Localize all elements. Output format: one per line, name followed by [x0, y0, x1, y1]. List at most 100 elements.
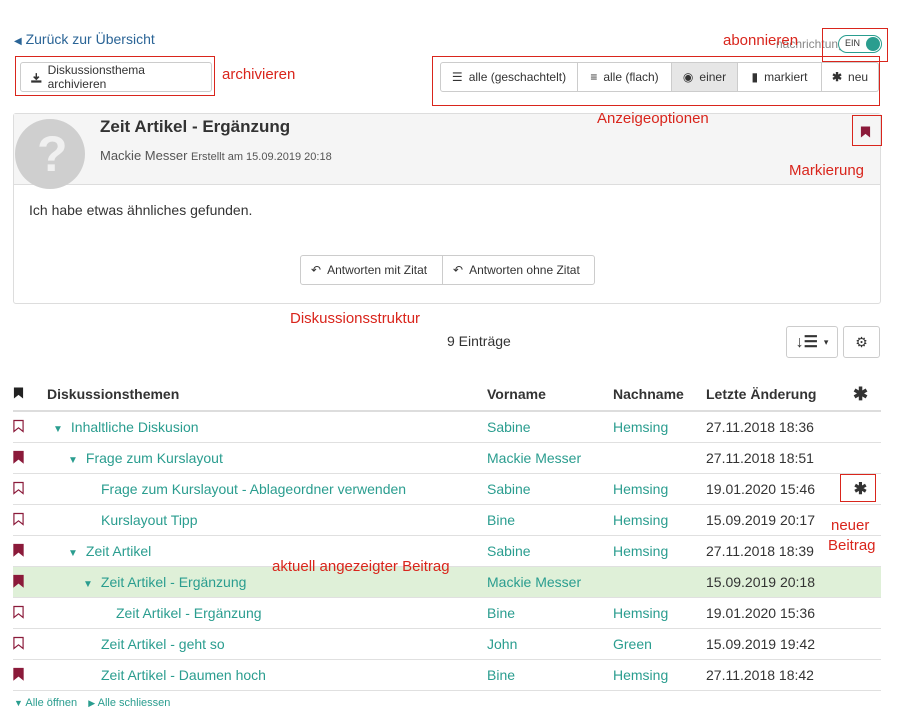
bookmark-icon [13, 419, 24, 433]
bookmark-cell[interactable] [13, 659, 47, 691]
bookmark-icon [13, 574, 24, 588]
topic-wrap: Zeit Artikel - Daumen hoch [47, 667, 266, 683]
reply-icon: ↶ [311, 263, 322, 277]
bookmark-cell[interactable] [13, 411, 47, 443]
bookmark-cell[interactable] [13, 535, 47, 567]
annotation-box-marking [852, 115, 882, 146]
topic-cell[interactable]: ▼ Frage zum Kurslayout [47, 442, 487, 474]
firstname-cell: Bine [487, 597, 613, 629]
topic-link[interactable]: Zeit Artikel - geht so [101, 636, 225, 652]
caret-down-icon[interactable]: ▼ [53, 424, 63, 435]
caret-down-icon[interactable]: ▼ [68, 548, 78, 559]
bookmark-icon [13, 636, 24, 650]
topic-link[interactable]: Zeit Artikel - Daumen hoch [101, 667, 266, 683]
bookmark-cell[interactable] [13, 628, 47, 660]
caret-down-icon[interactable]: ▼ [68, 455, 78, 466]
topic-link[interactable]: Zeit Artikel - Ergänzung [101, 574, 247, 590]
reply-with-quote-button[interactable]: ↶ Antworten mit Zitat [300, 255, 443, 285]
header-firstname[interactable]: Vorname [487, 378, 613, 412]
open-all-link[interactable]: ▼ Alle öffnen [14, 697, 77, 709]
sort-button[interactable]: ↓☰ ▾ [786, 326, 838, 358]
bookmark-cell[interactable] [13, 442, 47, 474]
header-changed[interactable]: Letzte Änderung [706, 378, 840, 412]
post-created: Erstellt am 15.09.2019 20:18 [191, 151, 332, 163]
annotation-marking: Markierung [789, 162, 865, 179]
topic-wrap: Frage zum Kurslayout - Ablageordner verw… [47, 481, 406, 497]
header-new[interactable]: ✱ [840, 378, 881, 412]
annotation-new-post-1: neuer [831, 517, 870, 534]
bookmark-cell[interactable] [13, 504, 47, 536]
lastname-cell: Hemsing [613, 411, 706, 443]
topic-link[interactable]: Frage zum Kurslayout - Ablageordner verw… [101, 481, 406, 497]
entry-count: 9 Einträge [447, 333, 511, 349]
firstname-cell: John [487, 628, 613, 660]
new-cell [840, 659, 881, 691]
annotation-view-options: Anzeigeoptionen [597, 110, 709, 127]
caret-down-icon: ▼ [14, 698, 23, 708]
changed-cell: 27.11.2018 18:42 [706, 659, 840, 691]
table-row[interactable]: ▼ Frage zum Kurslayout Mackie Messer 27.11.… [13, 442, 881, 474]
changed-cell: 19.01.2020 15:46 [706, 473, 840, 505]
firstname-cell: Mackie Messer [487, 442, 613, 474]
table-row[interactable]: Kurslayout Tipp Bine Hemsing 15.09.2019 20:… [13, 504, 881, 536]
lastname-cell: Hemsing [613, 504, 706, 536]
header-marked[interactable] [13, 378, 47, 412]
header-topic[interactable]: Diskussionsthemen [47, 378, 487, 412]
topic-wrap: Zeit Artikel - geht so [47, 636, 225, 652]
annotation-box-view-options [432, 56, 880, 106]
topic-link[interactable]: Kurslayout Tipp [101, 512, 198, 528]
topic-link[interactable]: Zeit Artikel [86, 543, 151, 559]
firstname-cell: Bine [487, 659, 613, 691]
firstname-cell: Sabine [487, 535, 613, 567]
new-cell [840, 597, 881, 629]
table-row[interactable]: Frage zum Kurslayout - Ablageordner verw… [13, 473, 881, 505]
table-row[interactable]: Zeit Artikel - Ergänzung Bine Hemsing 19.01… [13, 597, 881, 629]
bookmark-icon [13, 605, 24, 619]
new-cell [840, 442, 881, 474]
back-link[interactable]: ◀ Zurück zur Übersicht [14, 31, 155, 47]
topic-link[interactable]: Zeit Artikel - Ergänzung [116, 605, 262, 621]
changed-cell: 15.09.2019 20:17 [706, 504, 840, 536]
header-lastname[interactable]: Nachname [613, 378, 706, 412]
close-all-link[interactable]: ▶ Alle schliessen [88, 697, 170, 709]
bookmark-cell[interactable] [13, 566, 47, 598]
topic-cell[interactable]: Zeit Artikel - geht so [47, 628, 487, 660]
bookmark-cell[interactable] [13, 597, 47, 629]
close-all-label: Alle schliessen [97, 697, 171, 709]
topic-link[interactable]: Frage zum Kurslayout [86, 450, 223, 466]
topic-cell[interactable]: Zeit Artikel - Ergänzung [47, 597, 487, 629]
topic-wrap: ▼ Frage zum Kurslayout [47, 450, 223, 466]
post-author: Mackie Messer [100, 148, 188, 163]
avatar: ? [15, 119, 85, 189]
lastname-cell: Green [613, 628, 706, 660]
annotation-subscribe: abonnieren [723, 32, 799, 49]
topic-cell[interactable]: Frage zum Kurslayout - Ablageordner verw… [47, 473, 487, 505]
settings-button[interactable]: ⚙ [843, 326, 880, 358]
reply-without-quote-button[interactable]: ↶ Antworten ohne Zitat [442, 255, 595, 285]
topic-cell[interactable]: ▼ Inhaltliche Diskusion [47, 411, 487, 443]
lastname-cell: Hemsing [613, 659, 706, 691]
footer-links: ▼ Alle öffnen ▶ Alle schliessen [14, 697, 170, 709]
post-title: Zeit Artikel - Ergänzung [100, 117, 291, 136]
topic-cell[interactable]: Zeit Artikel - Daumen hoch [47, 659, 487, 691]
topic-cell[interactable]: Kurslayout Tipp [47, 504, 487, 536]
firstname-cell: Bine [487, 504, 613, 536]
annotation-archive: archivieren [222, 66, 296, 83]
topic-link[interactable]: Inhaltliche Diskusion [71, 419, 199, 435]
table-row[interactable]: ▼ Inhaltliche Diskusion Sabine Hemsing 27.11… [13, 411, 881, 443]
table-row[interactable]: Zeit Artikel - geht so John Green 15.09.201… [13, 628, 881, 660]
thread-table: Diskussionsthemen Vorname Nachname Letzt… [13, 378, 881, 691]
caret-down-icon[interactable]: ▼ [83, 579, 93, 590]
annotation-new-post-2: Beitrag [828, 537, 876, 554]
annotation-box-archive [15, 56, 215, 96]
caret-right-icon: ▶ [88, 698, 96, 708]
lastname-cell [613, 442, 706, 474]
topic-wrap: ▼ Zeit Artikel - Ergänzung [47, 574, 246, 590]
table-row[interactable]: Zeit Artikel - Daumen hoch Bine Hemsing 27.… [13, 659, 881, 691]
reply-quote-label: Antworten mit Zitat [327, 263, 428, 277]
bookmark-cell[interactable] [13, 473, 47, 505]
bookmark-icon [13, 387, 24, 398]
back-link-label: Zurück zur Übersicht [25, 31, 155, 47]
firstname-cell: Mackie Messer [487, 566, 613, 598]
changed-cell: 15.09.2019 19:42 [706, 628, 840, 660]
